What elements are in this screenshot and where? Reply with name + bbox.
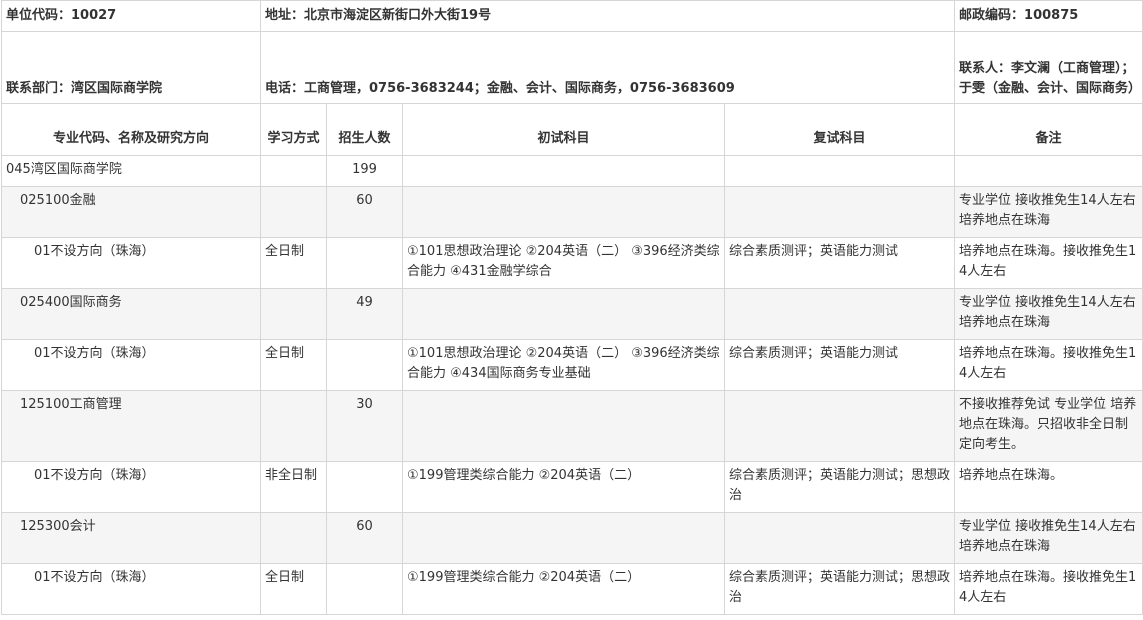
retest (723, 512, 956, 564)
header-quota: 招生人数 (326, 103, 403, 156)
retest: 综合素质测评；英语能力测试 (723, 339, 956, 391)
notes: 培养地点在珠海。接收推免生14人左右 (954, 237, 1143, 289)
quota (326, 461, 403, 513)
major-name: 01不设方向（珠海） (1, 237, 261, 289)
initial-exam: ①101思想政治理论 ②204英语（二） ③396经济类综合能力 ④434国际商… (402, 339, 725, 391)
table-row: 01不设方向（珠海） 全日制 ①199管理类综合能力 ②204英语（二） 综合素… (1, 563, 1143, 615)
header-retest: 复试科目 (723, 103, 956, 156)
retest (723, 288, 956, 340)
major-name: 01不设方向（珠海） (1, 461, 261, 513)
notes: 专业学位 接收推免生14人左右 培养地点在珠海 (954, 288, 1143, 340)
header-major: 专业代码、名称及研究方向 (1, 103, 261, 156)
table-row: 025100金融 60 专业学位 接收推免生14人左右 培养地点在珠海 (1, 186, 1143, 238)
quota (326, 237, 403, 289)
notes: 专业学位 接收推免生14人左右 培养地点在珠海 (954, 186, 1143, 238)
retest: 综合素质测评；英语能力测试；思想政治 (723, 461, 956, 513)
header-mode: 学习方式 (260, 103, 327, 156)
major-name: 045湾区国际商学院 (1, 155, 261, 187)
study-mode (260, 288, 327, 340)
major-name: 125100工商管理 (1, 390, 261, 462)
study-mode: 全日制 (260, 237, 327, 289)
table-row: 025400国际商务 49 专业学位 接收推免生14人左右 培养地点在珠海 (1, 288, 1143, 340)
major-name: 025400国际商务 (1, 288, 261, 340)
table-row: 01不设方向（珠海） 全日制 ①101思想政治理论 ②204英语（二） ③396… (1, 339, 1143, 391)
major-name: 01不设方向（珠海） (1, 339, 261, 391)
initial-exam: ①101思想政治理论 ②204英语（二） ③396经济类综合能力 ④431金融学… (402, 237, 725, 289)
notes (954, 155, 1143, 187)
major-name: 125300会计 (1, 512, 261, 564)
retest: 综合素质测评；英语能力测试；思想政治 (723, 563, 956, 615)
quota: 199 (326, 155, 403, 187)
table-row: 125300会计 60 专业学位 接收推免生14人左右 培养地点在珠海 (1, 512, 1143, 564)
header-notes: 备注 (954, 103, 1143, 156)
initial-exam (402, 512, 725, 564)
initial-exam (402, 155, 725, 187)
initial-exam: ①199管理类综合能力 ②204英语（二） (402, 461, 725, 513)
initial-exam (402, 390, 725, 462)
quota (326, 563, 403, 615)
quota: 49 (326, 288, 403, 340)
initial-exam: ①199管理类综合能力 ②204英语（二） (402, 563, 725, 615)
study-mode: 非全日制 (260, 461, 327, 513)
notes: 培养地点在珠海。 (954, 461, 1143, 513)
postcode: 邮政编码：100875 (954, 0, 1143, 32)
table-row: 125100工商管理 30 不接收推荐免试 专业学位 培养地点在珠海。只招收非全… (1, 390, 1143, 462)
notes: 培养地点在珠海。接收推免生14人左右 (954, 563, 1143, 615)
contact-department: 联系部门：湾区国际商学院 (1, 31, 261, 104)
notes: 培养地点在珠海。接收推免生14人左右 (954, 339, 1143, 391)
table-row: 01不设方向（珠海） 非全日制 ①199管理类综合能力 ②204英语（二） 综合… (1, 461, 1143, 513)
table-row: 01不设方向（珠海） 全日制 ①101思想政治理论 ②204英语（二） ③396… (1, 237, 1143, 289)
address: 地址：北京市海淀区新街口外大街19号 (259, 0, 956, 32)
initial-exam (402, 186, 725, 238)
quota: 60 (326, 186, 403, 238)
study-mode: 全日制 (260, 339, 327, 391)
unit-code: 单位代码：10027 (1, 0, 261, 32)
retest (723, 390, 956, 462)
major-name: 01不设方向（珠海） (1, 563, 261, 615)
phone: 电话：工商管理，0756-3683244；金融、会计、国际商务，0756-368… (259, 31, 956, 104)
retest: 综合素质测评；英语能力测试 (723, 237, 956, 289)
study-mode (260, 186, 327, 238)
quota: 30 (326, 390, 403, 462)
notes: 专业学位 接收推免生14人左右 培养地点在珠海 (954, 512, 1143, 564)
quota: 60 (326, 512, 403, 564)
enrollment-table: 单位代码：10027 地址：北京市海淀区新街口外大街19号 邮政编码：10087… (1, 0, 1143, 615)
table-row: 045湾区国际商学院 199 (1, 155, 1143, 187)
study-mode: 全日制 (260, 563, 327, 615)
contact-person: 联系人：李文澜（工商管理）；于雯（金融、会计、国际商务） (954, 31, 1143, 104)
initial-exam (402, 288, 725, 340)
study-mode (260, 512, 327, 564)
major-name: 025100金融 (1, 186, 261, 238)
study-mode (260, 155, 327, 187)
notes: 不接收推荐免试 专业学位 培养地点在珠海。只招收非全日制定向考生。 (954, 390, 1143, 462)
quota (326, 339, 403, 391)
retest (723, 155, 956, 187)
retest (723, 186, 956, 238)
header-initial-exam: 初试科目 (402, 103, 725, 156)
study-mode (260, 390, 327, 462)
